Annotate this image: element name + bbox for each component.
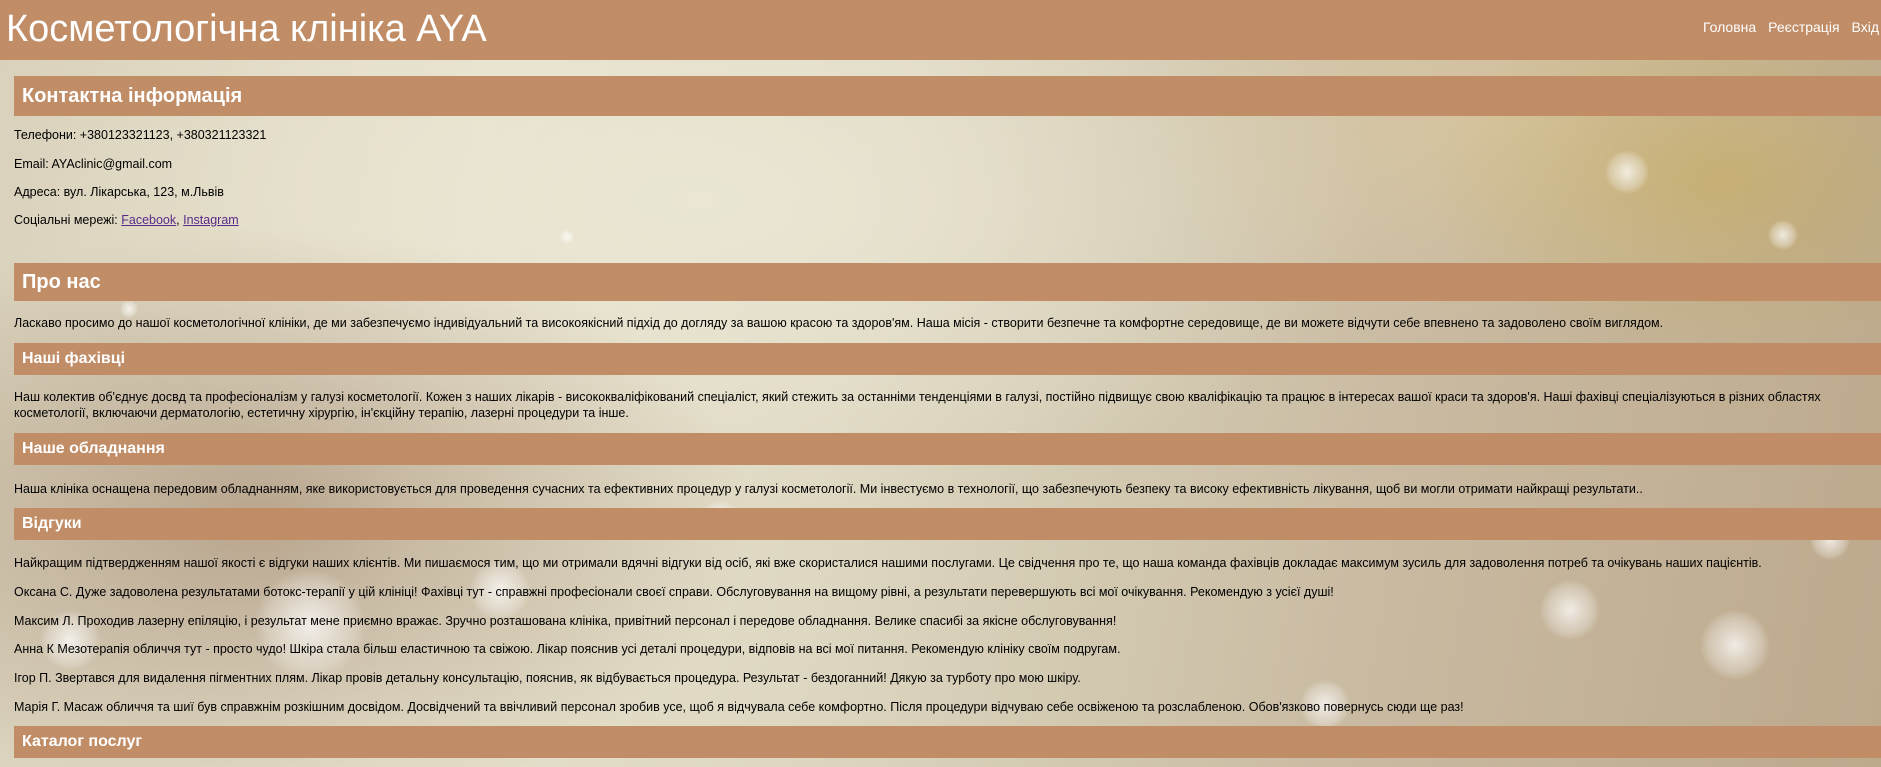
specialists-text: Наш колектив об'єднує досвд та професіон… [14, 390, 1821, 420]
facebook-link[interactable]: Facebook [121, 213, 176, 227]
catalog-heading: Каталог послуг [14, 726, 1881, 758]
review-item: Анна К Мезотерапія обличчя тут - просто … [14, 642, 1121, 656]
reviews-heading: Відгуки [14, 508, 1881, 540]
about-text: Ласкаво просимо до нашої косметологічної… [14, 316, 1664, 330]
review-item: Марія Г. Масаж обличчя та шиї був справж… [14, 700, 1464, 714]
contacts-address: Адреса: вул. Лікарська, 123, м.Львів [14, 185, 224, 199]
about-heading: Про нас [14, 263, 1881, 301]
nav-login-link[interactable]: Вхід [1852, 19, 1879, 35]
contacts-phones: Телефони: +380123321123, +380321123321 [14, 128, 267, 142]
specialists-heading: Наші фахівці [14, 343, 1881, 375]
background-bokeh [560, 230, 574, 244]
instagram-link[interactable]: Instagram [183, 213, 239, 227]
contacts-social: Соціальні мережі: Facebook, Instagram [14, 212, 1878, 228]
equipment-text: Наша клініка оснащена передовим обладнан… [14, 482, 1643, 496]
nav-home-link[interactable]: Головна [1703, 19, 1756, 35]
social-separator: , [176, 213, 180, 227]
review-item: Максим Л. Проходив лазерну епіляцію, і р… [14, 614, 1117, 628]
contacts-heading: Контактна інформація [14, 76, 1881, 116]
social-label: Соціальні мережі: [14, 213, 118, 227]
reviews-intro: Найкращим підтвердженням нашої якості є … [14, 556, 1762, 570]
top-bar: Косметологічна клініка AYA Головна Реєст… [0, 0, 1881, 60]
site-title: Косметологічна клініка AYA [6, 8, 487, 50]
top-nav: Головна Реєстрація Вхід [1703, 19, 1879, 35]
review-item: Оксана С. Дуже задоволена результатами б… [14, 585, 1334, 599]
contacts-email: Email: AYAclinic@gmail.com [14, 157, 173, 171]
equipment-heading: Наше обладнання [14, 433, 1881, 465]
nav-register-link[interactable]: Реєстрація [1768, 19, 1839, 35]
review-item: Ігор П. Звертався для видалення пігментн… [14, 671, 1081, 685]
